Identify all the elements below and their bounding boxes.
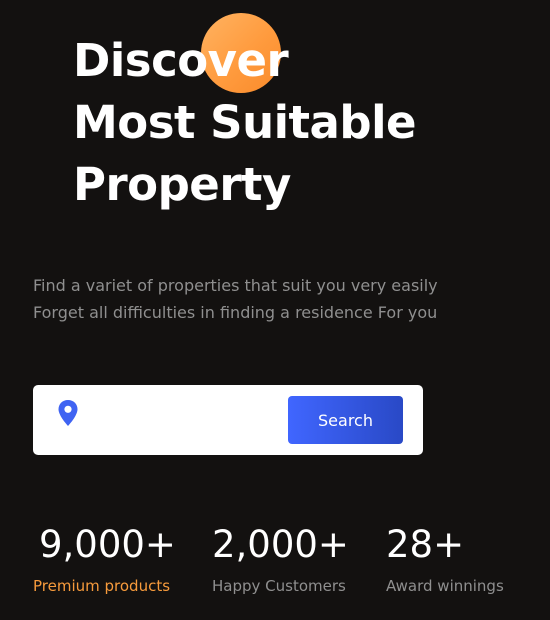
- hero-subtitle: Find a variet of properties that suit yo…: [33, 272, 438, 326]
- subtitle-line-1: Find a variet of properties that suit yo…: [33, 276, 438, 295]
- stat-label: Award winnings: [386, 577, 504, 595]
- stat-value: 28+: [386, 523, 465, 566]
- location-pin-icon: [57, 399, 79, 427]
- stat-premium-products: 9,000+ Premium products: [33, 520, 176, 598]
- headline-line-2: Most Suitable: [73, 96, 417, 149]
- headline-line-1: Discover: [73, 34, 289, 87]
- location-search-input[interactable]: [89, 400, 309, 440]
- headline-line-3: Property: [73, 158, 291, 211]
- stat-value: 9,000+: [39, 523, 176, 566]
- location-search-box: Search: [33, 385, 423, 455]
- stat-value: 2,000+: [212, 523, 349, 566]
- subtitle-line-2: Forget all difficulties in finding a res…: [33, 303, 438, 322]
- search-button[interactable]: Search: [288, 396, 403, 444]
- hero-section: Discover Most Suitable Property Find a v…: [0, 0, 550, 620]
- stat-happy-customers: 2,000+ Happy Customers: [212, 520, 349, 598]
- stat-label: Premium products: [33, 577, 171, 595]
- stat-label: Happy Customers: [212, 577, 346, 595]
- stats-row: 9,000+ Premium products 2,000+ Happy Cus…: [0, 520, 550, 620]
- stat-award-winnings: 28+ Award winnings: [386, 520, 504, 598]
- hero-headline: Discover Most Suitable Property: [73, 30, 417, 216]
